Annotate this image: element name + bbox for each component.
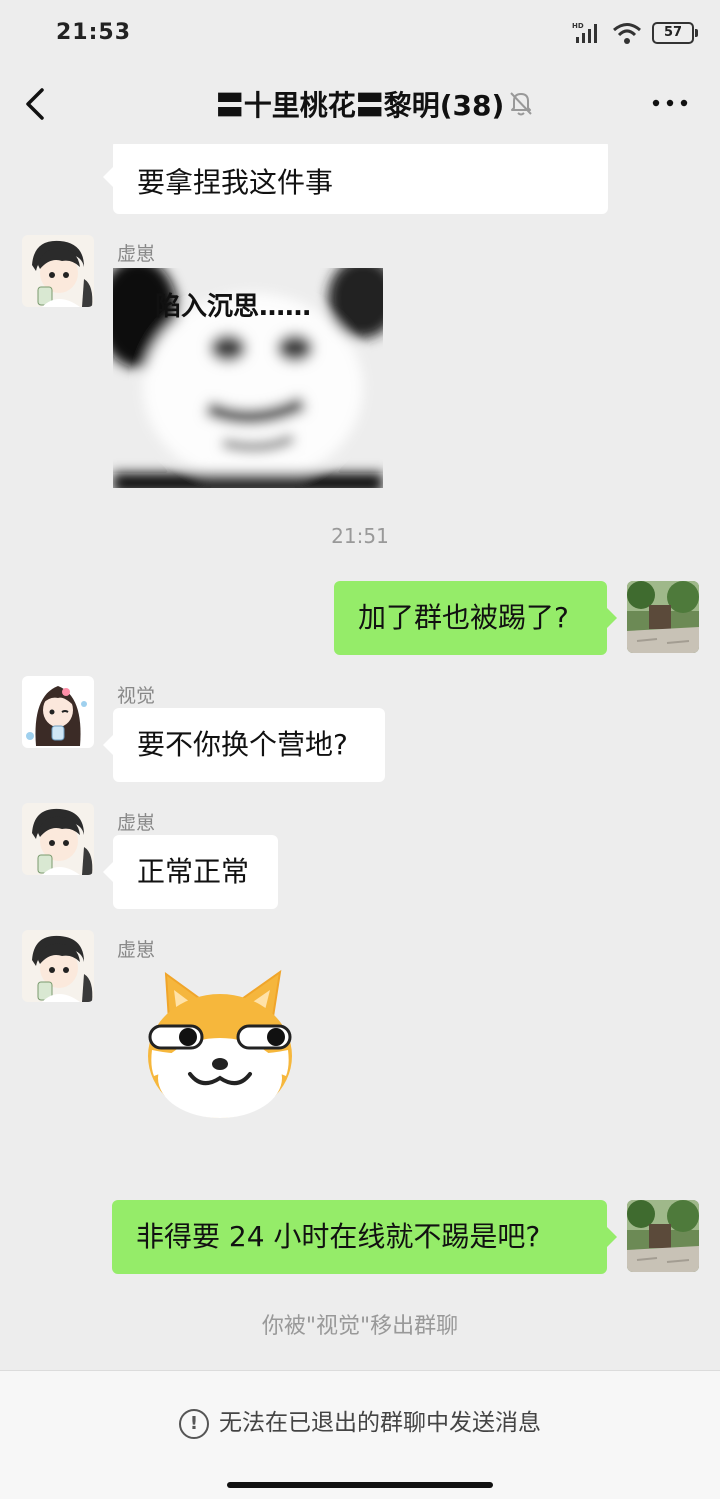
avatar[interactable]	[22, 235, 94, 307]
message-bubble-outgoing[interactable]: 非得要 24 小时在线就不踢是吧?	[112, 1200, 617, 1274]
message-text: 正常正常	[137, 855, 250, 888]
message-bubble[interactable]: 要不你换个营地?	[103, 708, 385, 782]
status-bar: 21:53 HD 57	[0, 0, 720, 66]
my-avatar[interactable]	[627, 581, 699, 653]
signal-icon: HD	[572, 22, 597, 43]
avatar-garden-image	[627, 581, 699, 653]
chat-area[interactable]: 要拿捏我这件事 虚崽 陷入沉思…… 21:51 加了群也被踢了? 视觉 要不你换…	[0, 144, 720, 1370]
my-avatar[interactable]	[627, 1200, 699, 1272]
avatar-boy-image	[22, 930, 94, 1002]
sender-name: 虚崽	[117, 243, 156, 265]
status-time: 21:53	[56, 20, 132, 45]
avatar-boy-image	[22, 235, 94, 307]
status-icons: HD 57	[572, 18, 698, 48]
message-bubble[interactable]: 要拿捏我这件事	[103, 144, 608, 214]
avatar-girl-image	[22, 676, 94, 748]
avatar[interactable]	[22, 803, 94, 875]
message-bubble[interactable]: 正常正常	[103, 835, 278, 909]
meme-caption: 陷入沉思……	[155, 292, 312, 322]
avatar-garden-image	[627, 1200, 699, 1272]
avatar[interactable]	[22, 930, 94, 1002]
avatar-boy-image	[22, 803, 94, 875]
message-text: 要拿捏我这件事	[137, 166, 334, 199]
sender-name: 视觉	[117, 685, 156, 707]
chat-header: 〓十里桃花〓黎明(38)	[0, 66, 720, 144]
footer-notice-text: 无法在已退出的群聊中发送消息	[219, 1410, 541, 1436]
gesture-area	[0, 1469, 720, 1499]
battery-icon: 57	[652, 22, 698, 44]
message-text: 加了群也被踢了?	[358, 601, 569, 634]
message-text: 要不你换个营地?	[137, 728, 348, 761]
doge-sticker[interactable]	[140, 966, 300, 1126]
home-indicator[interactable]	[227, 1482, 493, 1488]
message-timestamp: 21:51	[331, 524, 389, 548]
wifi-icon	[613, 23, 641, 44]
message-bubble-outgoing[interactable]: 加了群也被踢了?	[334, 581, 617, 655]
mute-icon	[510, 92, 532, 116]
sender-name: 虚崽	[117, 812, 156, 834]
avatar[interactable]	[22, 676, 94, 748]
more-icon	[652, 99, 688, 107]
chat-title: 〓十里桃花〓黎明(38)	[215, 89, 505, 122]
system-notice: 你被"视觉"移出群聊	[261, 1314, 459, 1339]
info-icon: !	[179, 1408, 209, 1439]
meme-image[interactable]: 陷入沉思……	[113, 268, 383, 488]
message-text: 非得要 24 小时在线就不踢是吧?	[136, 1220, 541, 1253]
more-button[interactable]	[650, 88, 690, 118]
footer-notice: ! 无法在已退出的群聊中发送消息	[0, 1403, 720, 1439]
sender-name: 虚崽	[117, 939, 156, 961]
network-label: HD	[572, 22, 584, 30]
footer-notice-bar: ! 无法在已退出的群聊中发送消息	[0, 1370, 720, 1470]
